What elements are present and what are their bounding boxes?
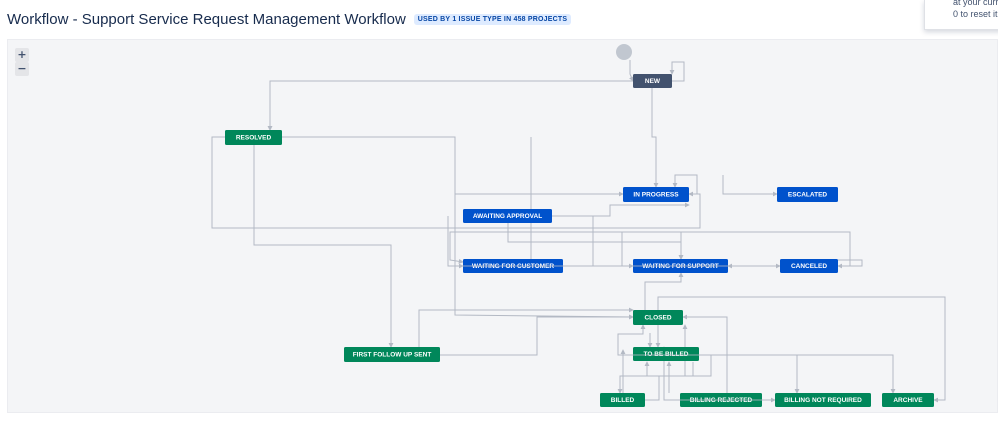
status-label: IN PROGRESS [633, 192, 679, 199]
transition-lines [211, 60, 946, 403]
status-label: NEW [645, 78, 661, 85]
status-label: ARCHIVE [893, 397, 923, 404]
status-node-escalated[interactable]: ESCALATED [777, 187, 838, 202]
transition-line[interactable] [592, 216, 634, 269]
transition-line[interactable] [699, 354, 896, 394]
status-label: CLOSED [644, 315, 671, 322]
transition-line[interactable] [454, 145, 634, 320]
transition-line[interactable] [722, 175, 778, 197]
status-node-canceled[interactable]: CANCELED [780, 259, 838, 273]
transition-line[interactable] [657, 296, 946, 403]
start-node[interactable] [616, 44, 632, 60]
transition-line[interactable] [644, 361, 660, 401]
status-node-closed[interactable]: CLOSED [633, 310, 683, 325]
status-node-archive[interactable]: ARCHIVE [882, 393, 934, 407]
status-nodes: NEW RESOLVED IN PROGRESS ESCALATED AWAITING … [225, 44, 934, 407]
status-node-to-be-billed[interactable]: TO BE BILLED [633, 347, 699, 361]
status-node-billed[interactable]: BILLED [600, 393, 645, 407]
status-node-billing-not-required[interactable]: BILLING NOT REQUIRED [775, 393, 871, 407]
status-label: CANCELED [791, 263, 827, 270]
transition-line[interactable] [699, 354, 800, 394]
workflow-diagram: NEW RESOLVED IN PROGRESS ESCALATED AWAITING … [211, 44, 946, 407]
transition-line[interactable] [267, 80, 633, 131]
transition-line[interactable] [267, 80, 633, 131]
transition-line[interactable] [253, 145, 394, 348]
status-label: AWAITING APPROVAL [473, 213, 542, 220]
transition-line[interactable] [282, 136, 624, 197]
transition-line[interactable] [644, 272, 684, 310]
status-node-in-progress[interactable]: IN PROGRESS [623, 187, 689, 202]
status-label: BILLING NOT REQUIRED [784, 397, 862, 404]
transition-line[interactable] [629, 60, 634, 82]
status-label: BILLED [611, 397, 635, 404]
status-node-resolved[interactable]: RESOLVED [225, 130, 282, 145]
status-node-awaiting-approval[interactable]: AWAITING APPROVAL [463, 209, 552, 223]
status-label: RESOLVED [236, 135, 272, 142]
status-node-first-follow-up-sent[interactable]: FIRST FOLLOW UP SENT [344, 347, 440, 362]
status-label: FIRST FOLLOW UP SENT [353, 352, 432, 359]
transition-line[interactable] [651, 88, 659, 188]
transition-line[interactable] [552, 202, 690, 217]
transition-line[interactable] [440, 314, 634, 356]
status-node-new[interactable]: NEW [633, 74, 672, 88]
transition-line[interactable] [211, 136, 701, 229]
transition-line[interactable] [669, 61, 685, 82]
status-label: ESCALATED [788, 192, 828, 199]
transition-line[interactable] [462, 137, 532, 269]
